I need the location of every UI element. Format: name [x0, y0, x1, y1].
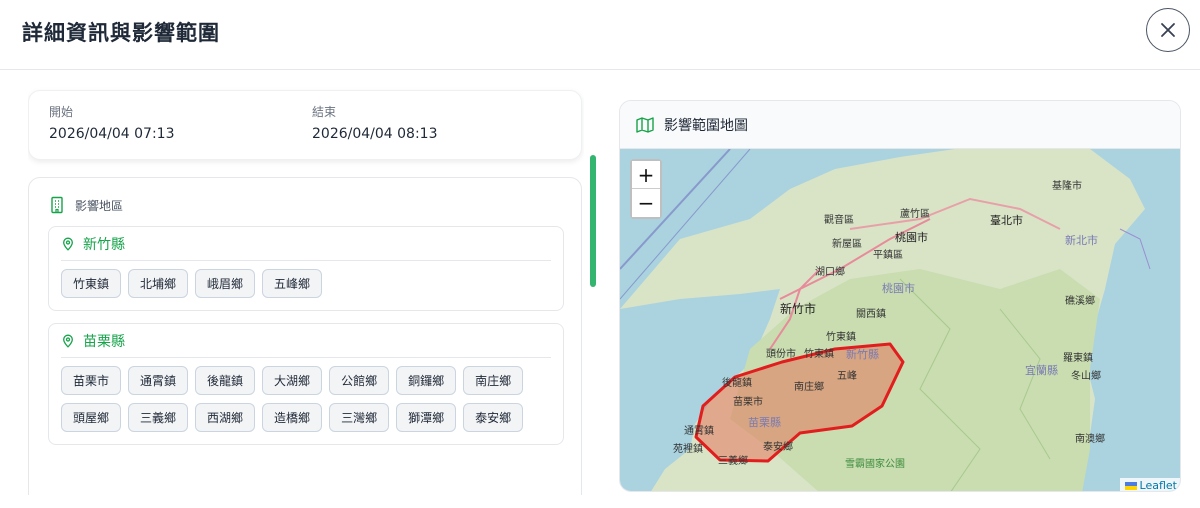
impact-map-card: 影響範圍地圖 基隆市 臺北市 新北市 桃園市 觀音區 蘆竹區 新屋區 平鎮區 湖…	[619, 100, 1181, 492]
town-chip[interactable]: 苗栗市	[61, 366, 122, 395]
map-label: 竹東鎮	[804, 347, 834, 360]
town-chip[interactable]: 三灣鄉	[329, 403, 390, 432]
town-chip[interactable]: 銅鑼鄉	[396, 366, 457, 395]
map-label: 礁溪鄉	[1065, 294, 1095, 307]
map-icon	[636, 116, 654, 133]
map-label: 三義鄉	[718, 454, 748, 467]
start-time: 開始 2026/04/04 07:13	[49, 103, 175, 142]
map-label: 臺北市	[990, 213, 1023, 227]
town-list: 苗栗市 通霄鎮 後龍鎮 大湖鄉 公館鄉 銅鑼鄉 南庄鄉 頭屋鄉 三義鄉 西湖鄉 …	[49, 358, 563, 444]
map-label: 竹東鎮	[826, 330, 856, 343]
county-header: 新竹縣	[61, 227, 551, 261]
map-label: 關西鎮	[856, 307, 886, 320]
dialog-header: 詳細資訊與影響範圍	[0, 0, 1200, 70]
end-time: 結束 2026/04/04 08:13	[312, 103, 438, 142]
dialog-title: 詳細資訊與影響範圍	[22, 21, 220, 45]
town-chip[interactable]: 後龍鎮	[195, 366, 256, 395]
attribution-link[interactable]: Leaflet	[1140, 479, 1177, 491]
map-label: 新竹縣	[846, 347, 879, 361]
map-title: 影響範圍地圖	[664, 117, 748, 134]
end-label: 結束	[312, 105, 337, 119]
map-label: 蘆竹區	[900, 207, 930, 220]
town-chip[interactable]: 峨眉鄉	[195, 269, 256, 298]
map-label: 後龍鎮	[722, 376, 752, 389]
town-chip[interactable]: 泰安鄉	[463, 403, 524, 432]
map-label: 平鎮區	[873, 248, 903, 261]
town-chip[interactable]: 頭屋鄉	[61, 403, 122, 432]
details-panel[interactable]: 開始 2026/04/04 07:13 結束 2026/04/04 08:13 …	[28, 70, 584, 495]
map-view[interactable]: 基隆市 臺北市 新北市 桃園市 觀音區 蘆竹區 新屋區 平鎮區 湖口鄉 桃園市 …	[620, 149, 1181, 492]
ukraine-flag-icon	[1124, 481, 1137, 490]
town-chip[interactable]: 造橋鄉	[262, 403, 323, 432]
map-label: 南庄鄉	[794, 380, 824, 393]
zoom-out-button[interactable]: −	[632, 189, 660, 217]
map-label: 羅東鎮	[1063, 351, 1093, 364]
zoom-control: + −	[630, 159, 662, 219]
end-value: 2026/04/04 08:13	[312, 126, 438, 142]
town-chip[interactable]: 南庄鄉	[463, 366, 524, 395]
town-list: 竹東鎮 北埔鄉 峨眉鄉 五峰鄉	[49, 261, 563, 310]
map-label: 五峰	[837, 370, 857, 382]
county-header: 苗栗縣	[61, 324, 551, 358]
town-chip[interactable]: 西湖鄉	[195, 403, 256, 432]
affected-areas-label: 影響地區	[75, 198, 124, 213]
map-label: 觀音區	[824, 213, 854, 226]
map-label: 泰安鄉	[763, 440, 793, 453]
map-label: 雪霸國家公園	[845, 457, 905, 470]
map-canvas[interactable]: 基隆市 臺北市 新北市 桃園市 觀音區 蘆竹區 新屋區 平鎮區 湖口鄉 桃園市 …	[620, 149, 1181, 492]
county-name: 新竹縣	[83, 236, 125, 253]
map-label: 湖口鄉	[815, 265, 845, 278]
start-label: 開始	[49, 105, 74, 119]
map-label: 南澳鄉	[1075, 432, 1105, 445]
map-label: 新北市	[1065, 233, 1098, 247]
map-label: 桃園市	[895, 230, 928, 244]
town-chip[interactable]: 北埔鄉	[128, 269, 189, 298]
map-label: 苗栗市	[733, 395, 763, 408]
scrollbar-thumb[interactable]	[590, 155, 596, 287]
town-chip[interactable]: 大湖鄉	[262, 366, 323, 395]
county-group: 新竹縣 竹東鎮 北埔鄉 峨眉鄉 五峰鄉	[48, 226, 564, 311]
map-label: 通霄鎮	[684, 424, 714, 437]
map-label: 苗栗縣	[748, 416, 781, 429]
map-label: 新竹市	[780, 301, 816, 316]
county-group: 苗栗縣 苗栗市 通霄鎮 後龍鎮 大湖鄉 公館鄉 銅鑼鄉 南庄鄉 頭屋鄉 三義鄉 …	[48, 323, 564, 445]
town-chip[interactable]: 通霄鎮	[128, 366, 189, 395]
map-label: 新屋區	[832, 237, 862, 250]
start-value: 2026/04/04 07:13	[49, 126, 175, 142]
building-icon	[51, 196, 63, 214]
close-icon	[1161, 23, 1175, 37]
county-name: 苗栗縣	[83, 333, 125, 350]
map-header: 影響範圍地圖	[620, 101, 1180, 149]
town-chip[interactable]: 竹東鎮	[61, 269, 122, 298]
map-label: 苑裡鎮	[673, 442, 703, 455]
town-chip[interactable]: 五峰鄉	[262, 269, 323, 298]
map-attribution[interactable]: Leaflet	[1119, 478, 1180, 491]
map-label: 基隆市	[1052, 179, 1082, 192]
map-pin-icon	[63, 334, 73, 348]
town-chip[interactable]: 獅潭鄉	[396, 403, 457, 432]
affected-areas-header: 影響地區	[49, 196, 123, 214]
map-label: 宜蘭縣	[1025, 363, 1058, 377]
town-chip[interactable]: 三義鄉	[128, 403, 189, 432]
time-card: 開始 2026/04/04 07:13 結束 2026/04/04 08:13	[28, 90, 582, 160]
affected-areas-card: 影響地區 新竹縣 竹東鎮 北埔鄉 峨眉鄉 五峰鄉 苗栗縣 苗栗市 通霄鎮 後龍鎮…	[28, 177, 582, 495]
town-chip[interactable]: 公館鄉	[329, 366, 390, 395]
zoom-in-button[interactable]: +	[632, 161, 660, 189]
map-label: 頭份市	[766, 347, 796, 360]
close-button[interactable]	[1146, 8, 1190, 52]
map-label: 冬山鄉	[1071, 369, 1101, 382]
map-label: 桃園市	[882, 281, 915, 295]
map-pin-icon	[63, 237, 73, 251]
